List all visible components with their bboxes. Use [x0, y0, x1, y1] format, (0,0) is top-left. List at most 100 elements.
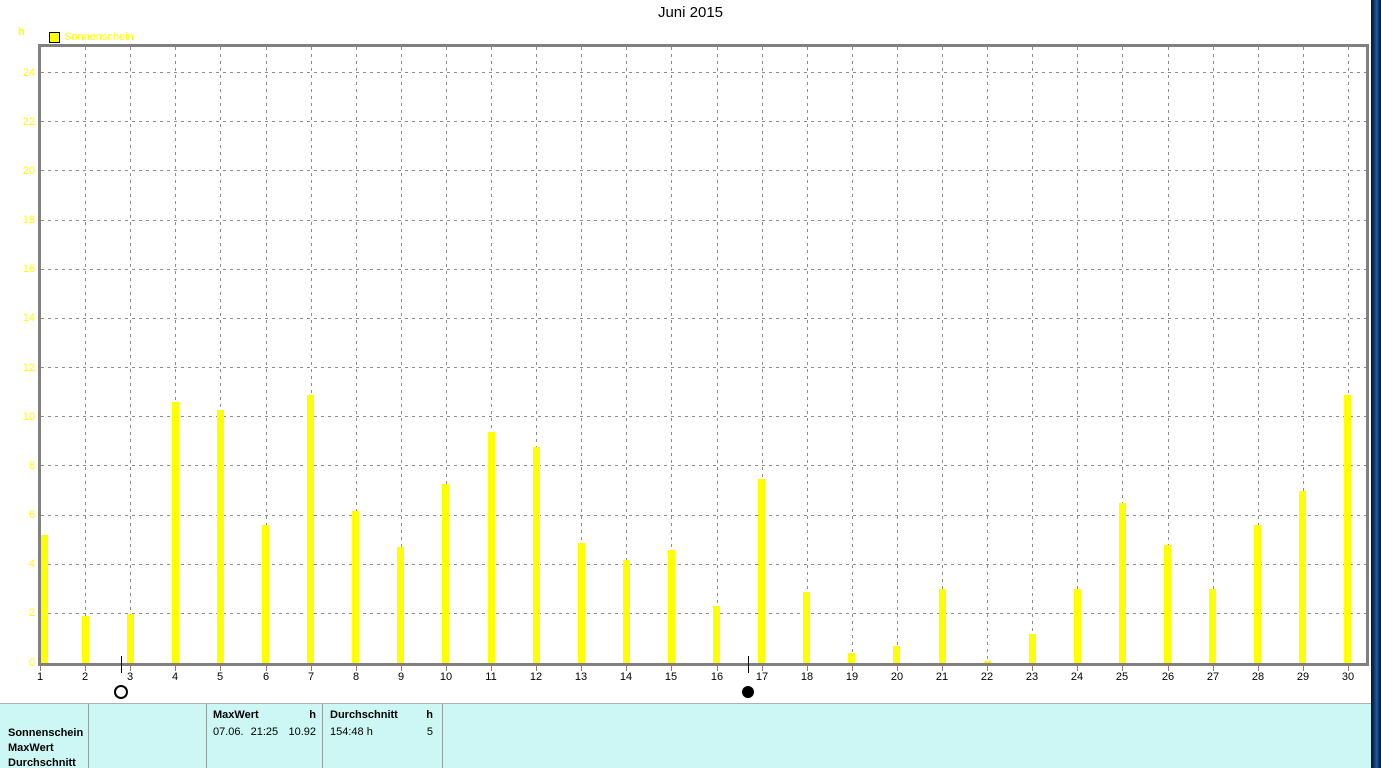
x-tick-label: 13	[574, 671, 588, 683]
gridline-vertical	[852, 47, 853, 663]
status-separator	[88, 704, 89, 768]
gridline-vertical	[987, 47, 988, 663]
y-tick-label: 8	[28, 460, 35, 472]
gridline-vertical	[717, 47, 718, 663]
status-row-label-sonnenschein: Sonnenschein	[8, 727, 84, 739]
y-axis-labels: 0 2 4 6 8 10 12 14 16 18 20 22 24	[0, 0, 37, 768]
x-tick-label: 2	[81, 671, 89, 683]
bar-day-3	[126, 614, 134, 663]
y-tick-label: 2	[28, 607, 35, 619]
y-tick-label: 22	[22, 116, 35, 128]
x-tick-label: 25	[1115, 671, 1129, 683]
durchschnitt-label: Durchschnitt	[330, 709, 398, 721]
gridline-vertical	[897, 47, 898, 663]
bar-day-23	[1028, 634, 1036, 663]
status-row-label-maxwert: MaxWert	[8, 742, 54, 754]
gridline-vertical	[85, 47, 86, 663]
legend-label: Sonnenschein	[64, 31, 134, 43]
x-tick-label: 22	[980, 671, 994, 683]
x-tick-label: 10	[439, 671, 453, 683]
chart-plot-area	[38, 44, 1369, 666]
bar-day-13	[577, 543, 585, 663]
full-moon-tick	[121, 656, 122, 673]
maxwert-label: MaxWert	[213, 709, 259, 721]
x-tick-label: 18	[800, 671, 814, 683]
y-tick-label: 20	[22, 165, 35, 177]
y-tick-label: 24	[22, 67, 35, 79]
x-tick-label: 16	[710, 671, 724, 683]
x-tick-label: 11	[485, 671, 497, 683]
bar-day-9	[397, 547, 405, 663]
x-tick-label: 8	[352, 671, 360, 683]
x-tick-label: 6	[262, 671, 270, 683]
x-tick-label: 23	[1025, 671, 1039, 683]
bar-day-1	[41, 535, 48, 663]
y-tick-label: 6	[28, 509, 35, 521]
bar-day-11	[487, 432, 495, 663]
bar-day-21	[938, 589, 946, 663]
bar-day-14	[622, 560, 630, 663]
bar-day-6	[262, 525, 269, 663]
bar-day-2	[81, 616, 89, 663]
durchschnitt-total: 154:48 h	[330, 726, 373, 738]
gridline-vertical	[1077, 47, 1078, 663]
y-tick-label: 18	[22, 214, 35, 226]
gridline-vertical	[1032, 47, 1033, 663]
y-tick-label: 10	[22, 411, 35, 423]
status-row-label-durchschnitt: Durchschnitt	[8, 757, 76, 768]
gridline-vertical	[130, 47, 131, 663]
status-bar: Sonnenschein MaxWert Durchschnitt MaxWer…	[0, 703, 1371, 768]
bar-day-17	[758, 479, 766, 663]
x-tick-label: 1	[36, 671, 44, 683]
bar-day-10	[442, 484, 450, 663]
status-row-labels: Sonnenschein MaxWert Durchschnitt	[8, 726, 88, 768]
gridline-vertical	[807, 47, 808, 663]
y-tick-label: 4	[28, 558, 35, 570]
status-maxwert-block: MaxWert h 07.06. 21:25 10.92	[213, 709, 316, 738]
x-tick-label: 15	[664, 671, 678, 683]
bar-day-24	[1073, 589, 1081, 663]
bar-day-25	[1118, 503, 1126, 663]
bar-day-18	[803, 592, 811, 663]
x-tick-label: 20	[890, 671, 904, 683]
new-moon-tick	[748, 656, 749, 673]
plot-canvas	[41, 47, 1366, 663]
maxwert-value: 10.92	[288, 726, 316, 738]
bar-day-16	[713, 606, 720, 663]
chart-title: Juni 2015	[657, 4, 724, 21]
full-moon-icon	[114, 685, 128, 699]
bar-day-26	[1164, 545, 1171, 663]
bar-day-4	[171, 402, 179, 663]
durchschnitt-unit: h	[426, 709, 433, 721]
new-moon-icon	[742, 686, 754, 698]
bar-day-20	[893, 646, 901, 663]
x-tick-label: 21	[935, 671, 949, 683]
x-tick-label: 29	[1296, 671, 1310, 683]
x-tick-label: 19	[845, 671, 859, 683]
gridline-vertical	[942, 47, 943, 663]
maxwert-time: 21:25	[250, 726, 279, 738]
x-tick-label: 4	[171, 671, 179, 683]
bar-day-12	[532, 447, 540, 663]
x-tick-label: 28	[1251, 671, 1265, 683]
bar-day-5	[216, 410, 224, 663]
x-tick-label: 3	[126, 671, 134, 683]
durchschnitt-value: 5	[426, 726, 433, 738]
bar-day-19	[848, 653, 856, 663]
bar-day-7	[307, 395, 315, 663]
x-tick-label: 5	[216, 671, 224, 683]
x-tick-label: 9	[397, 671, 405, 683]
x-tick-label: 24	[1070, 671, 1084, 683]
maxwert-unit: h	[309, 709, 316, 721]
x-tick-label: 14	[619, 671, 633, 683]
status-separator	[206, 704, 207, 768]
status-separator	[322, 704, 323, 768]
y-tick-label: 0	[28, 657, 35, 669]
legend-swatch-sonnenschein	[49, 31, 60, 43]
bar-day-8	[352, 511, 360, 663]
bar-day-28	[1254, 525, 1262, 663]
legend: Sonnenschein	[49, 31, 134, 43]
x-tick-label: 30	[1341, 671, 1355, 683]
y-tick-label: 16	[22, 263, 35, 275]
x-axis: 1 2 3 4 5 6 7 8 9 10 11 12 13 14 15 16 17 18 19 20 21 22 23 24 2…	[37, 656, 1366, 708]
